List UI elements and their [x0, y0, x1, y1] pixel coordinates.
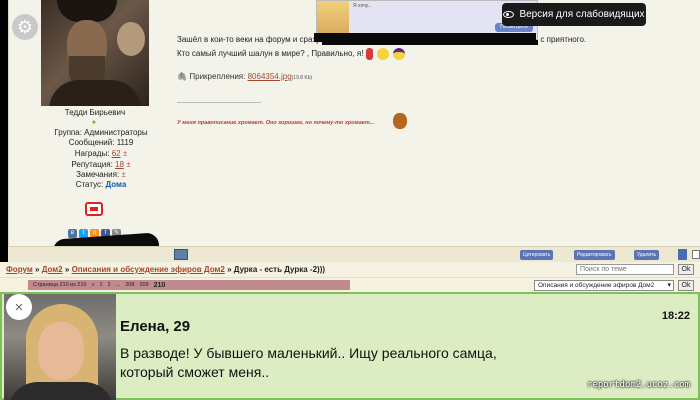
forum-ok-button[interactable]: Ok — [678, 280, 694, 291]
watermark: reportdom2.ucoz.com — [587, 380, 690, 390]
forum-select[interactable]: Описания и обсуждение эфиров Дом2 — [534, 280, 674, 291]
page-first[interactable]: « — [91, 282, 94, 288]
message-time: 18:22 — [661, 310, 690, 322]
club-logo-icon — [85, 202, 103, 216]
search-input[interactable] — [576, 264, 674, 275]
quote-button[interactable]: Цитировать — [520, 250, 554, 260]
user-awards: Награды: 62 ± — [74, 149, 128, 158]
avatar — [41, 0, 149, 106]
accessibility-button[interactable]: Версия для слабовидящих — [502, 3, 646, 26]
signature: У меня правописание хромает. Оно хорошее… — [177, 120, 375, 126]
page-209[interactable]: 209 — [139, 282, 148, 288]
reputation-plus[interactable]: ± — [126, 160, 130, 169]
user-messages: Сообщений: 1119 — [68, 138, 134, 147]
breadcrumb-forum[interactable]: Форум — [6, 265, 33, 274]
awards-plus[interactable]: ± — [123, 149, 127, 158]
user-warnings: Замечания: ± — [76, 170, 126, 179]
reputation-link[interactable]: 18 — [115, 160, 124, 169]
breadcrumb: Форум » Дом2 » Описания и обсуждение эфи… — [6, 265, 326, 274]
search-ok-button[interactable]: Ok — [678, 264, 694, 275]
rank-icon: ✦ — [90, 118, 98, 127]
awards-link[interactable]: 62 — [112, 149, 121, 158]
pager-bar: Страница 210 из 210 « 1 2 ... 208 209 21… — [0, 278, 700, 292]
breadcrumb-section[interactable]: Описания и обсуждение эфиров Дом2 — [72, 265, 225, 274]
user-reputation: Репутация: 18 ± — [71, 160, 131, 169]
page-1[interactable]: 1 — [100, 282, 103, 288]
ip-icon[interactable] — [174, 249, 188, 260]
breadcrumb-dom2[interactable]: Дом2 — [42, 265, 63, 274]
bear-smiley-icon — [393, 113, 407, 129]
page-208[interactable]: 208 — [125, 282, 134, 288]
message-text: В разводе! У бывшего маленький.. Ищу реа… — [120, 345, 497, 380]
breadcrumb-bar: Форум » Дом2 » Описания и обсуждение эфи… — [0, 262, 700, 278]
scroll-top-icon[interactable] — [678, 249, 687, 260]
vk-icon[interactable]: в — [68, 229, 77, 238]
warnings-plus[interactable]: ± — [121, 170, 125, 179]
eye-icon — [503, 11, 515, 18]
username[interactable]: Тедди Бирьевич — [41, 108, 149, 117]
attachment: 🖇 Прикрепления: 8064354.jpg(19.8 Kb) — [177, 72, 313, 81]
status-value: Дома — [105, 180, 127, 189]
edit-button[interactable]: Редактировать — [574, 250, 615, 260]
select-checkbox[interactable] — [692, 250, 700, 259]
witch-smiley-icon — [392, 47, 405, 60]
post-action-bar: Цитировать Редактировать Удалить — [8, 246, 700, 262]
user-status: Статус: Дома — [75, 180, 127, 189]
notification-popup[interactable]: × Елена, 29 18:22 В разводе! У бывшего м… — [0, 292, 700, 400]
pagination: Страница 210 из 210 « 1 2 ... 208 209 21… — [28, 280, 350, 290]
smiley-icon — [376, 47, 389, 60]
paperclip-icon: 🖇 — [177, 72, 188, 81]
user-group: Группа: Администраторы — [54, 128, 148, 137]
attachment-link[interactable]: 8064354.jpg — [248, 72, 292, 81]
lipstick-icon — [365, 47, 373, 60]
close-icon[interactable]: × — [6, 294, 32, 320]
page-2[interactable]: 2 — [108, 282, 111, 288]
delete-button[interactable]: Удалить — [634, 250, 660, 260]
redacted-block — [314, 33, 536, 42]
signature-divider — [177, 102, 261, 103]
breadcrumb-topic: Дурка - есть Дурка -2))) — [233, 265, 326, 274]
sender-name: Елена, 29 — [120, 318, 191, 335]
page-info: Страница 210 из 210 — [33, 282, 87, 288]
page-ellipsis: ... — [115, 282, 121, 288]
page-current: 210 — [153, 281, 166, 289]
gear-icon[interactable]: ⚙ — [12, 14, 38, 40]
